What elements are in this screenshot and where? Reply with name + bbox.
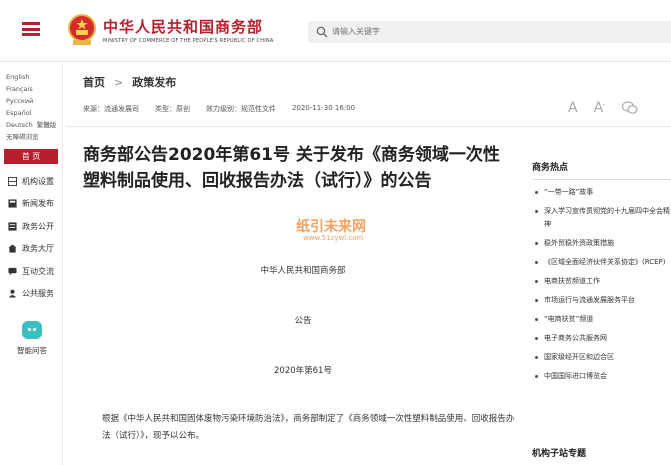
lang-spanish[interactable]: Español bbox=[6, 107, 32, 119]
hot-topics-list: “一带一路”故事 深入学习宣传贯彻党的十九届四中全会精神 稳外贸稳外资政策措施 … bbox=[532, 186, 671, 383]
meta-level: 效力级别：规范性文件 bbox=[206, 105, 276, 113]
nav-item-org[interactable]: 机构设置 bbox=[4, 170, 58, 193]
nav-label: 互动交流 bbox=[22, 266, 54, 276]
article-meta: 来源：流通发展司 类型：原创 效力级别：规范性文件 2020-11-30 16:… bbox=[83, 104, 355, 114]
breadcrumb-home[interactable]: 首页 bbox=[83, 76, 105, 89]
watermark-text: 纸引未来网 bbox=[296, 219, 366, 235]
robot-chat-icon bbox=[22, 321, 42, 339]
list-item[interactable]: 稳外贸稳外资政策措施 bbox=[532, 237, 671, 250]
meta-date: 2020-11-30 16:00 bbox=[292, 104, 356, 112]
lang-russian[interactable]: Русский bbox=[6, 95, 33, 107]
document-icon bbox=[8, 222, 17, 231]
list-item[interactable]: 中国国际进口博览会 bbox=[532, 370, 671, 383]
ai-qa-button[interactable]: 智能问答 bbox=[12, 321, 52, 356]
sidebar-nav: 首 页 机构设置 新闻发布 政务公开 政务大厅 互动交流 公共服务 bbox=[4, 149, 58, 305]
list-item[interactable]: 《区域全面经济伙伴关系协定》(RCEP) bbox=[532, 256, 671, 269]
wechat-share-icon[interactable] bbox=[621, 101, 638, 115]
ai-qa-label: 智能问答 bbox=[17, 346, 47, 355]
accessibility-link[interactable]: 无障碍浏览 bbox=[6, 131, 39, 143]
article-number: 2020年第61号 bbox=[274, 366, 332, 376]
lang-german[interactable]: Deutsch bbox=[6, 119, 33, 131]
site-subtitle: MINISTRY OF COMMERCE OF THE PEOPLE'S REP… bbox=[103, 38, 274, 44]
nav-label: 机构设置 bbox=[22, 176, 54, 186]
font-decrease-icon[interactable]: A- bbox=[594, 100, 606, 116]
meta-source: 来源：流通发展司 bbox=[83, 105, 139, 113]
news-icon bbox=[8, 199, 17, 208]
chat-icon bbox=[8, 267, 17, 276]
nav-item-hall[interactable]: 政务大厅 bbox=[4, 238, 58, 261]
left-sidebar: EnglishFrançais РусскийEspañol Deutsch 繁體… bbox=[0, 63, 63, 465]
divider bbox=[532, 179, 671, 180]
search-icon[interactable] bbox=[316, 26, 328, 38]
nav-label: 首 页 bbox=[21, 152, 41, 161]
breadcrumb-separator: > bbox=[114, 76, 124, 89]
search-input[interactable] bbox=[332, 21, 652, 43]
nav-item-news[interactable]: 新闻发布 bbox=[4, 193, 58, 216]
nav-label: 新闻发布 bbox=[22, 199, 54, 209]
list-item[interactable]: 市场运行与流通发展服务平台 bbox=[532, 294, 671, 307]
national-emblem-icon[interactable] bbox=[67, 13, 97, 47]
article-title: 商务部公告2020年第61号 关于发布《商务领域一次性塑料制品使用、回收报告办法… bbox=[83, 145, 500, 191]
service-icon bbox=[8, 289, 17, 298]
menu-icon[interactable] bbox=[22, 22, 40, 36]
lang-french[interactable]: Français bbox=[6, 83, 33, 95]
list-item[interactable]: 电商扶贫频道工作 bbox=[532, 275, 671, 288]
nav-item-service[interactable]: 公共服务 bbox=[4, 283, 58, 306]
subsite-title: 机构子站专题 bbox=[532, 449, 587, 459]
search-box[interactable] bbox=[308, 21, 671, 43]
hot-topics-title: 商务热点 bbox=[532, 163, 569, 173]
nav-label: 公共服务 bbox=[22, 289, 54, 299]
article-paragraph: 根据《中华人民共和国固体废物污染环境防治法》，商务部制定了《商务领域一次性塑料制… bbox=[102, 414, 515, 441]
nav-item-interact[interactable]: 互动交流 bbox=[4, 260, 58, 283]
org-chart-icon bbox=[8, 176, 17, 186]
article-issuer: 中华人民共和国商务部 bbox=[260, 266, 346, 276]
nav-label: 政务大厅 bbox=[22, 244, 54, 254]
site-title[interactable]: 中华人民共和国商务部 bbox=[103, 16, 263, 37]
divider bbox=[66, 126, 671, 127]
list-item[interactable]: “一带一路”故事 bbox=[532, 186, 671, 199]
list-item[interactable]: 国家级经开区和边合区 bbox=[532, 351, 671, 364]
list-item[interactable]: 深入学习宣传贯彻党的十九届四中全会精神 bbox=[532, 205, 671, 231]
breadcrumb: 首页 > 政策发布 bbox=[83, 74, 176, 90]
nav-item-home[interactable]: 首 页 bbox=[4, 149, 58, 164]
breadcrumb-current[interactable]: 政策发布 bbox=[132, 76, 176, 89]
language-links: EnglishFrançais РусскийEspañol Deutsch 繁體… bbox=[6, 71, 62, 143]
nav-item-public[interactable]: 政务公开 bbox=[4, 215, 58, 238]
article-kind: 公告 bbox=[294, 316, 312, 326]
nav-label: 政务公开 bbox=[22, 221, 54, 231]
lang-traditional[interactable]: 繁體版 bbox=[37, 119, 57, 131]
lang-english[interactable]: English bbox=[6, 71, 29, 83]
list-item[interactable]: 电子商务公共服务网 bbox=[532, 332, 671, 345]
hall-icon bbox=[8, 244, 17, 253]
site-header: 中华人民共和国商务部 MINISTRY OF COMMERCE OF THE P… bbox=[0, 0, 671, 62]
watermark-url: www.51zywl.com bbox=[303, 234, 364, 242]
article-tools: A A- bbox=[568, 100, 638, 116]
font-increase-icon[interactable]: A bbox=[568, 100, 578, 116]
meta-type: 类型：原创 bbox=[155, 105, 190, 113]
list-item[interactable]: “电商扶贫”频道 bbox=[532, 313, 671, 326]
right-column: 商务热点 “一带一路”故事 深入学习宣传贯彻党的十九届四中全会精神 稳外贸稳外资… bbox=[532, 160, 671, 389]
